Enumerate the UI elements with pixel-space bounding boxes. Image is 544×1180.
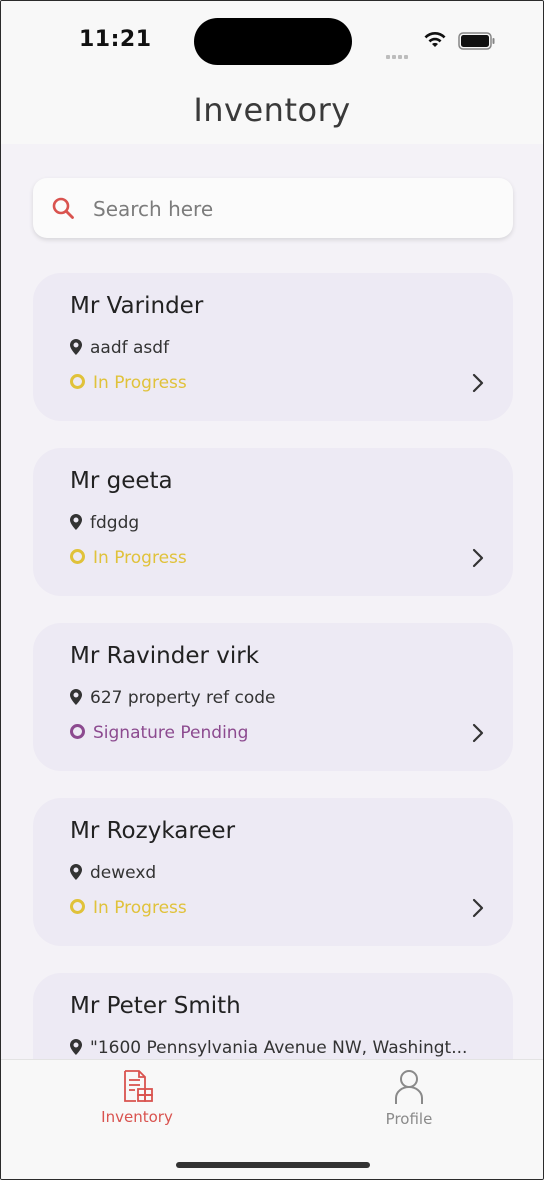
- nav-item-inventory[interactable]: Inventory: [77, 1068, 197, 1126]
- inventory-card[interactable]: Mr Ravinder virk 627 property ref code S…: [33, 623, 513, 771]
- card-name: Mr Varinder: [70, 293, 204, 319]
- chevron-right-icon[interactable]: [471, 898, 485, 918]
- card-address-text: 627 property ref code: [90, 688, 276, 708]
- card-address-text: dewexd: [90, 863, 157, 883]
- wifi-icon: [424, 32, 446, 47]
- card-status: In Progress: [70, 898, 187, 918]
- card-name: Mr Rozykareer: [70, 818, 236, 844]
- card-address: fdgdg: [70, 513, 480, 533]
- status-ring-icon: [70, 899, 85, 914]
- status-ring-icon: [70, 374, 85, 389]
- inventory-card[interactable]: Mr Rozykareer dewexd In Progress: [33, 798, 513, 946]
- battery-icon: [458, 32, 495, 50]
- location-pin-icon: [70, 339, 82, 355]
- card-name: Mr geeta: [70, 468, 173, 494]
- location-pin-icon: [70, 864, 82, 880]
- status-bar: 11:21: [1, 1, 543, 81]
- card-status: Signature Pending: [70, 723, 248, 743]
- search-icon: [52, 197, 74, 219]
- card-status: In Progress: [70, 548, 187, 568]
- card-name: Mr Peter Smith: [70, 993, 241, 1019]
- card-address-text: "1600 Pennsylvania Avenue NW, Washingt..…: [90, 1038, 468, 1058]
- nav-label-inventory: Inventory: [101, 1108, 173, 1126]
- profile-icon: [395, 1070, 423, 1104]
- dynamic-island: [194, 18, 352, 65]
- status-ring-icon: [70, 549, 85, 564]
- inventory-card[interactable]: Mr Peter Smith "1600 Pennsylvania Avenue…: [33, 973, 513, 1059]
- inventory-list-area[interactable]: Mr Varinder aadf asdf In Progress Mr gee…: [1, 144, 543, 1059]
- card-address: dewexd: [70, 863, 480, 883]
- app-header: Inventory: [1, 81, 543, 144]
- location-pin-icon: [70, 689, 82, 705]
- home-indicator[interactable]: [176, 1162, 370, 1168]
- card-address: 627 property ref code: [70, 688, 480, 708]
- card-status-text: In Progress: [93, 898, 187, 918]
- card-status-text: In Progress: [93, 548, 187, 568]
- chevron-right-icon[interactable]: [471, 723, 485, 743]
- chevron-right-icon[interactable]: [471, 548, 485, 568]
- search-input[interactable]: [91, 178, 495, 240]
- status-ring-icon: [70, 724, 85, 739]
- chevron-right-icon[interactable]: [471, 373, 485, 393]
- card-status-text: Signature Pending: [93, 723, 249, 743]
- card-address-text: fdgdg: [90, 513, 140, 533]
- search-bar[interactable]: [33, 178, 513, 240]
- location-pin-icon: [70, 514, 82, 530]
- inventory-icon: [124, 1070, 153, 1102]
- nav-item-profile[interactable]: Profile: [349, 1068, 469, 1128]
- location-pin-icon: [70, 1039, 82, 1055]
- app-frame: 11:21 Inventory Mr Varinder aadf a: [0, 0, 544, 1180]
- inventory-card[interactable]: Mr geeta fdgdg In Progress: [33, 448, 513, 596]
- card-status-text: In Progress: [93, 373, 187, 393]
- card-status: In Progress: [70, 373, 187, 393]
- status-time: 11:21: [79, 27, 152, 52]
- card-name: Mr Ravinder virk: [70, 643, 260, 669]
- page-title: Inventory: [193, 91, 351, 129]
- card-address: aadf asdf: [70, 338, 480, 358]
- card-address: "1600 Pennsylvania Avenue NW, Washingt..…: [70, 1038, 480, 1058]
- card-address-text: aadf asdf: [90, 338, 170, 358]
- inventory-card[interactable]: Mr Varinder aadf asdf In Progress: [33, 273, 513, 421]
- nav-label-profile: Profile: [385, 1110, 433, 1128]
- cellular-signal-icon: [386, 44, 416, 59]
